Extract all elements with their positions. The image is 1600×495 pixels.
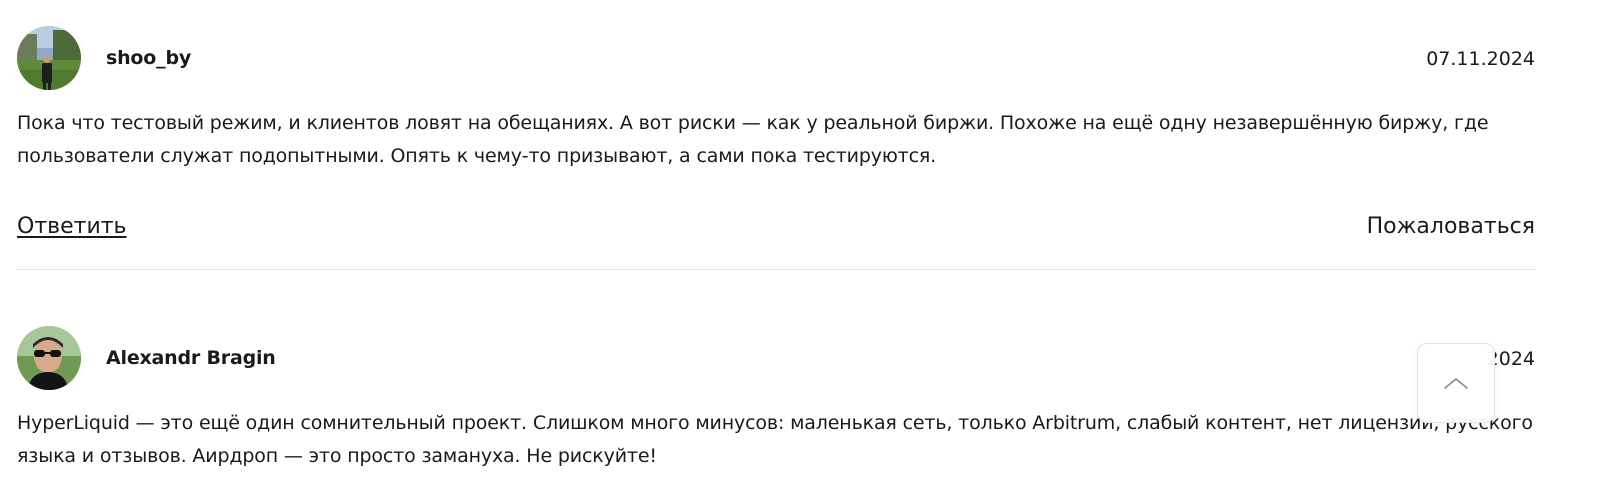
comment-date: 07.11.2024	[1426, 48, 1535, 70]
scroll-to-top-button[interactable]	[1417, 343, 1495, 423]
comment-text: Пока что тестовый режим, и клиентов ловя…	[17, 112, 1489, 167]
reply-button[interactable]: Ответить	[17, 214, 127, 239]
comment-author: shoo_by	[106, 47, 192, 69]
avatar	[17, 26, 81, 90]
report-button[interactable]: Пожаловаться	[1367, 214, 1535, 239]
comment: shoo_by 07.11.2024 Пока что тестовый реж…	[17, 0, 1535, 280]
avatar	[17, 326, 81, 390]
comment-author: Alexandr Bragin	[106, 347, 276, 369]
comment-divider	[17, 269, 1535, 270]
comment: Alexandr Bragin 2024 HyperLiquid — это е…	[17, 300, 1535, 495]
comment-text: HyperLiquid — это ещё один сомнительный …	[17, 412, 1533, 467]
avatar-photo-icon	[17, 26, 81, 90]
chevron-up-icon	[1444, 378, 1468, 389]
avatar-photo-icon	[17, 326, 81, 390]
